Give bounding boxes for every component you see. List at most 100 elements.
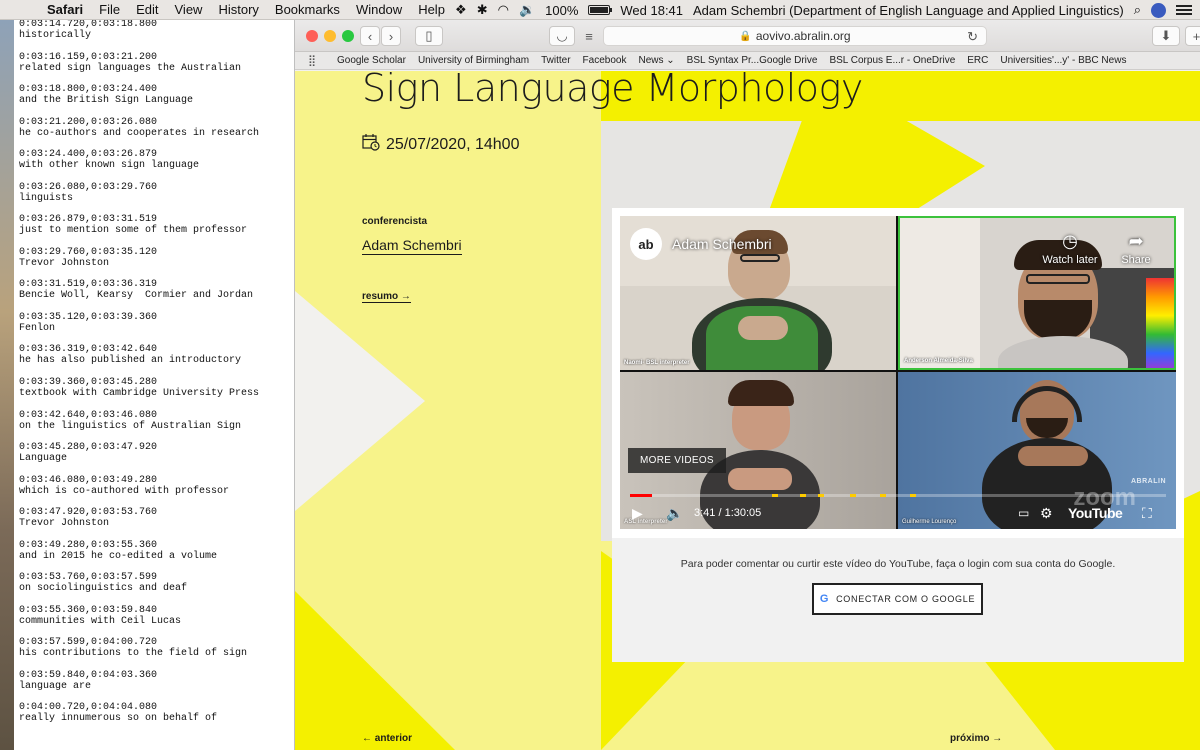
new-tab-button[interactable]: + <box>1185 26 1200 46</box>
subtitle-text-editor[interactable]: 0:03:14.720,0:03:18.800 historically 0:03:… <box>14 20 295 750</box>
downloads-button[interactable]: ⬇ <box>1152 26 1180 46</box>
subtitle-cue: 0:03:35.120,0:03:39.360 Fenlon <box>19 312 294 345</box>
settings-gear-icon[interactable]: ⚙ <box>1040 502 1053 524</box>
subtitle-cue: 0:03:53.760,0:03:57.599 on sociolinguisti… <box>19 572 294 605</box>
abralin-logo-icon[interactable]: ab <box>630 228 662 260</box>
sidebar-toggle-button[interactable]: ▯ <box>415 26 443 46</box>
subtitle-cue: 0:03:47.920,0:03:53.760 Trevor Johnston <box>19 507 294 540</box>
user-avatar-icon[interactable] <box>1151 2 1166 18</box>
subtitle-text: Trevor Johnston <box>19 257 110 269</box>
watch-later-button[interactable]: ◷ Watch later <box>1040 228 1100 266</box>
bookmark-bbc-news[interactable]: Universities'...y' - BBC News <box>1000 55 1126 66</box>
address-bar[interactable]: 🔒 aovivo.abralin.org ↻ <box>603 26 987 46</box>
menu-window[interactable]: Window <box>349 2 411 17</box>
video-embed-card: Naomi- BSL interpreter Anderson Almeida-… <box>612 208 1184 662</box>
subtitle-cue: 0:03:39.360,0:03:45.280 textbook with Cam… <box>19 377 294 410</box>
back-button[interactable]: ‹ <box>360 26 380 46</box>
subtitle-cue: 0:03:57.599,0:04:00.720 his contributions… <box>19 637 294 670</box>
wifi-icon[interactable]: ◠ <box>498 2 509 18</box>
subtitle-cue: 0:03:46.080,0:03:49.280 which is co-autho… <box>19 474 294 508</box>
subtitle-timestamp: 0:03:36.319,0:03:42.640 <box>19 344 158 356</box>
close-window-button[interactable] <box>306 30 318 42</box>
subtitles-icon[interactable]: ▭ <box>1018 502 1029 524</box>
bluetooth-icon[interactable]: ✱ <box>477 2 488 18</box>
subtitle-timestamp: 0:03:18.800,0:03:24.400 <box>19 84 158 96</box>
chapter-marker <box>880 494 886 497</box>
next-link[interactable]: próximo → <box>950 733 1002 744</box>
video-title[interactable]: Adam Schembri <box>672 236 772 252</box>
event-date: 25/07/2020, 14h00 <box>362 133 519 156</box>
more-videos-button[interactable]: MORE VIDEOS <box>628 448 726 473</box>
subtitle-text: which is co-authored with professor <box>19 485 230 497</box>
battery-percent: 100% <box>545 2 579 18</box>
notification-center-icon[interactable] <box>1176 5 1192 15</box>
subtitle-timestamp: 0:03:26.080,0:03:29.760 <box>19 181 158 193</box>
bookmark-university-of-birmingham[interactable]: University of Birmingham <box>418 55 529 66</box>
subtitle-cue: 0:03:49.280,0:03:55.360 and in 2015 he co… <box>19 540 294 573</box>
bookmark-erc[interactable]: ERC <box>967 55 988 66</box>
subtitle-cue: 0:03:18.800,0:03:24.400 and the British S… <box>19 84 294 117</box>
reload-icon[interactable]: ↻ <box>967 29 978 45</box>
spotlight-search-icon[interactable]: ⌕ <box>1134 2 1141 18</box>
subtitle-timestamp: 0:03:31.519,0:03:36.319 <box>19 279 158 291</box>
connect-google-button[interactable]: G CONECTAR COM O GOOGLE <box>812 583 983 615</box>
subtitle-cue: 0:03:45.280,0:03:47.920 Language <box>19 442 294 475</box>
subtitle-timestamp: 0:03:29.760,0:03:35.120 <box>19 246 158 258</box>
subtitle-text: on the linguistics of Australian Sign <box>19 420 242 432</box>
menu-app-safari[interactable]: Safari <box>40 2 92 17</box>
pocket-icon: ◡ <box>556 28 568 43</box>
chapter-marker <box>800 494 806 497</box>
fullscreen-icon[interactable]: ⛶ <box>1142 502 1152 524</box>
menu-view[interactable]: View <box>168 2 212 17</box>
dropbox-icon[interactable]: ❖ <box>455 2 467 18</box>
battery-icon[interactable] <box>588 5 613 15</box>
volume-icon[interactable]: 🔉 <box>519 2 535 18</box>
pocket-extension-button[interactable]: ◡ <box>549 26 575 46</box>
reader-view-button[interactable]: ≡ <box>580 26 598 46</box>
menu-bookmarks[interactable]: Bookmarks <box>268 2 349 17</box>
subtitle-lines: 0:03:14.720,0:03:18.800 historically 0:03:… <box>19 20 294 735</box>
video-progress-bar[interactable] <box>630 494 1166 497</box>
bookmark-google-scholar[interactable]: Google Scholar <box>337 55 406 66</box>
video-progress-fill <box>630 494 652 497</box>
plus-icon: + <box>1192 28 1200 44</box>
menu-edit[interactable]: Edit <box>129 2 167 17</box>
forward-button[interactable]: › <box>381 26 401 46</box>
subtitle-cue: 0:03:29.760,0:03:35.120 Trevor Johnston <box>19 246 294 280</box>
subtitle-cue: 0:03:24.400,0:03:26.879 with other known … <box>19 149 294 182</box>
sidebar-icon: ▯ <box>425 28 433 43</box>
desktop-wallpaper <box>0 20 14 750</box>
lock-icon: 🔒 <box>739 30 752 42</box>
safari-toolbar: ‹ › ▯ ◡ ≡ 🔒 aovivo.abralin.org ↻ ⬇ + <box>295 20 1200 52</box>
speaker-name-link[interactable]: Adam Schembri <box>362 237 462 255</box>
subtitle-timestamp: 0:03:47.920,0:03:53.760 <box>19 507 158 519</box>
menu-history[interactable]: History <box>211 2 267 17</box>
bookmark-twitter[interactable]: Twitter <box>541 55 570 66</box>
previous-link[interactable]: ← anterior <box>362 733 412 744</box>
subtitle-text: he co-authors and cooperates in research <box>19 127 260 139</box>
menu-bar: Safari File Edit View History Bookmarks … <box>0 0 1200 20</box>
calendar-clock-icon <box>362 133 380 156</box>
subtitle-timestamp: 0:03:46.080,0:03:49.280 <box>19 474 158 486</box>
menu-file[interactable]: File <box>92 2 129 17</box>
play-icon[interactable]: ▶ <box>632 502 643 524</box>
summary-link[interactable]: resumo → <box>362 291 411 303</box>
bookmark-bsl-corpus[interactable]: BSL Corpus E...r - OneDrive <box>829 55 955 66</box>
volume-icon[interactable]: 🔈 <box>666 502 683 524</box>
clock[interactable]: Wed 18:41 <box>620 3 683 18</box>
subtitle-text: Fenlon <box>19 322 56 334</box>
share-button[interactable]: ➦ Share <box>1106 228 1166 266</box>
top-sites-grid-icon[interactable]: ⣿ <box>299 54 325 67</box>
bookmark-facebook[interactable]: Facebook <box>583 55 627 66</box>
youtube-channel-header[interactable]: ab Adam Schembri <box>630 228 772 260</box>
bookmark-bsl-syntax[interactable]: BSL Syntax Pr...Google Drive <box>687 55 818 66</box>
subtitle-cue: 0:03:55.360,0:03:59.840 communities with … <box>19 605 294 638</box>
subtitle-cue: 0:03:42.640,0:03:46.080 on the linguistic… <box>19 410 294 443</box>
zoom-window-button[interactable] <box>342 30 354 42</box>
youtube-player[interactable]: Naomi- BSL interpreter Anderson Almeida-… <box>620 216 1176 529</box>
youtube-logo[interactable]: YouTube <box>1068 502 1123 524</box>
minimize-window-button[interactable] <box>324 30 336 42</box>
subtitle-text: language are <box>19 680 92 692</box>
bookmark-news-folder[interactable]: News ⌄ <box>638 55 674 66</box>
subtitle-timestamp: 0:03:45.280,0:03:47.920 <box>19 442 158 454</box>
